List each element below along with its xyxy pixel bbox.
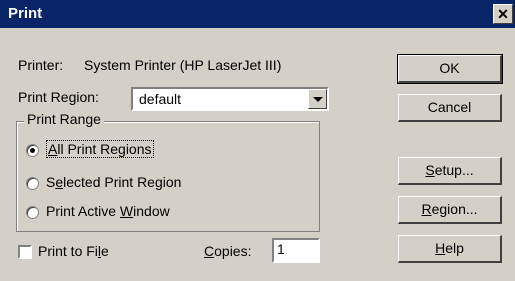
region-button[interactable]: Region...: [398, 196, 502, 224]
print-region-select[interactable]: default: [131, 87, 329, 111]
print-region-value: default: [139, 91, 182, 107]
setup-button[interactable]: Setup...: [398, 157, 502, 185]
radio-label-print-active-window: Print Active Window: [46, 203, 170, 219]
close-icon: ✕: [497, 6, 509, 22]
copies-value: 1: [277, 241, 285, 257]
radio-print-active-window[interactable]: [26, 206, 39, 219]
print-to-file-checkbox[interactable]: [18, 245, 32, 259]
print-region-label: Print Region:: [18, 89, 99, 105]
print-to-file-label: Print to File: [38, 243, 109, 259]
printer-name: System Printer (HP LaserJet III): [84, 57, 282, 73]
radio-all-print-regions[interactable]: [26, 144, 39, 157]
title-bar: Print ✕: [0, 0, 515, 28]
radio-selected-dot: [30, 148, 35, 153]
copies-label: Copies:: [204, 243, 252, 259]
close-button[interactable]: ✕: [493, 4, 513, 24]
print-range-title: Print Range: [24, 111, 104, 127]
radio-label-all-print-regions: All Print Regions: [46, 140, 154, 158]
dropdown-arrow-icon[interactable]: [308, 89, 327, 109]
radio-selected-print-region[interactable]: [26, 177, 39, 190]
window-title: Print: [8, 5, 43, 22]
help-button[interactable]: Help: [398, 235, 502, 263]
ok-button[interactable]: OK: [397, 54, 503, 84]
copies-input[interactable]: 1: [272, 238, 320, 263]
cancel-button[interactable]: Cancel: [398, 94, 502, 122]
radio-label-selected-print-region: Selected Print Region: [46, 174, 182, 190]
printer-label: Printer:: [18, 57, 64, 73]
